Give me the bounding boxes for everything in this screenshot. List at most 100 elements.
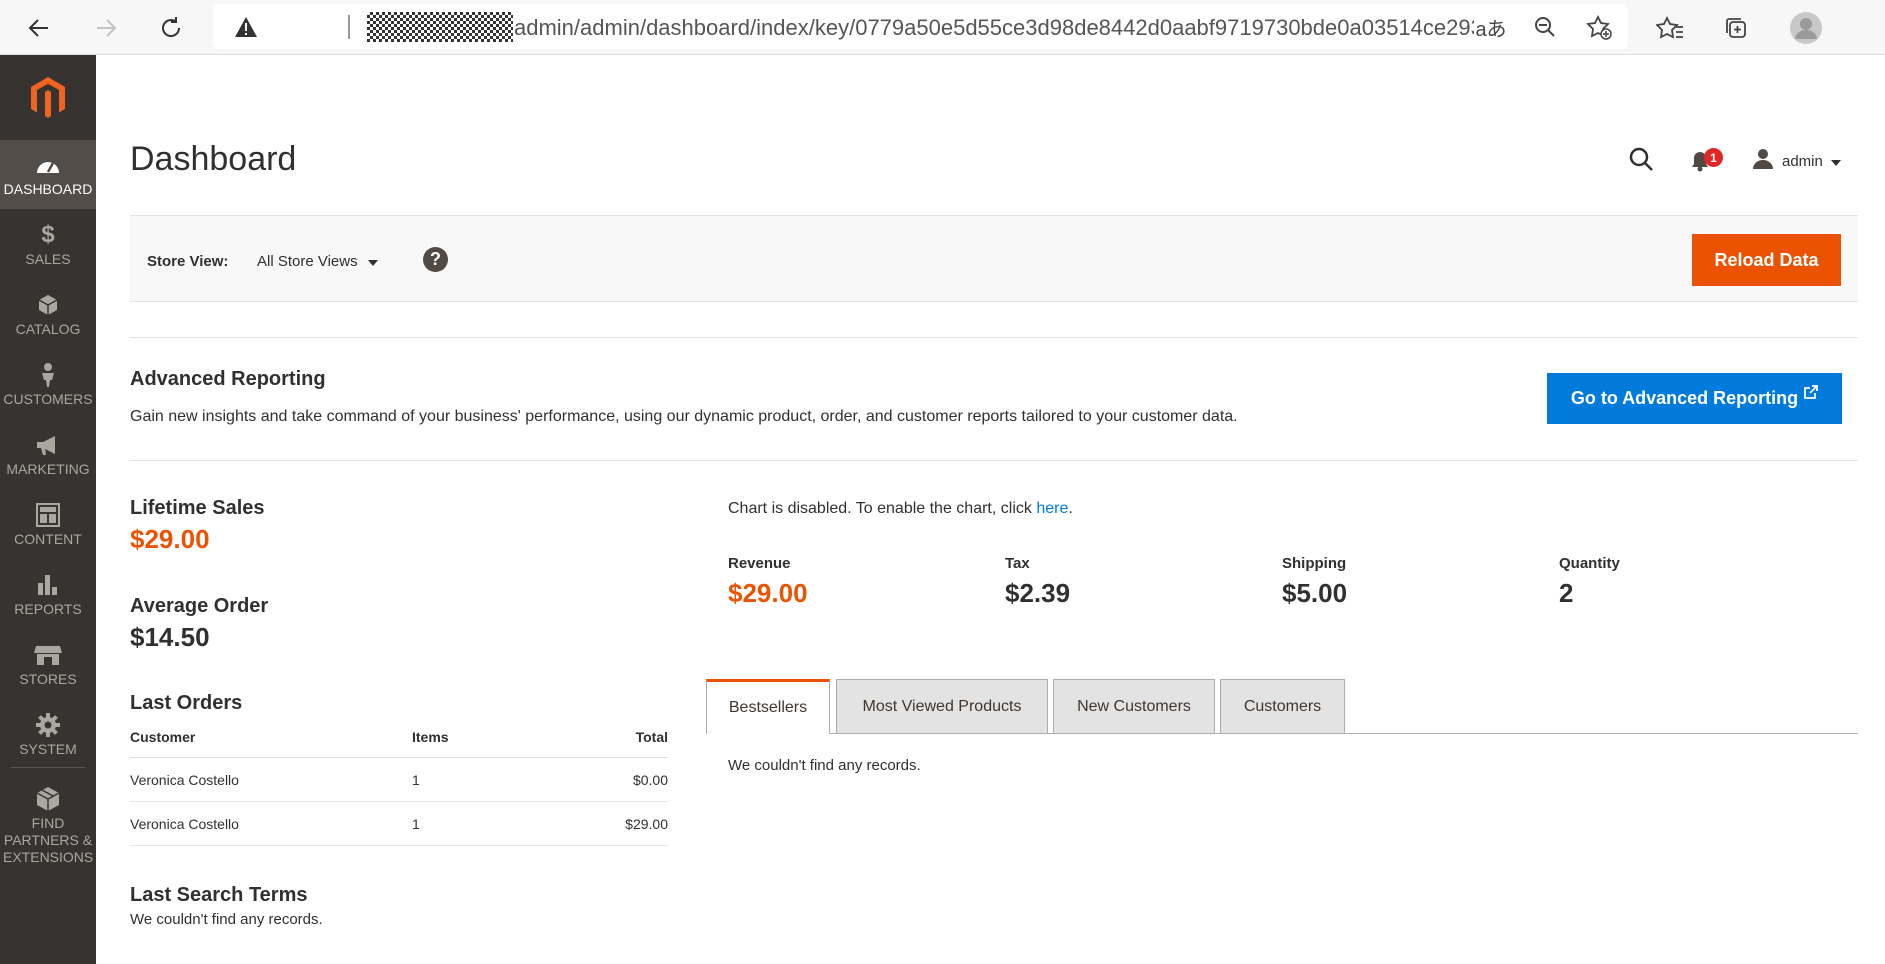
sidebar-divider — [11, 767, 85, 768]
refresh-icon[interactable] — [151, 8, 191, 48]
sidebar-item-catalog[interactable]: CATALOG — [0, 280, 96, 349]
tab-bestsellers[interactable]: Bestsellers — [706, 679, 830, 734]
last-search-empty-message: We couldn't find any records. — [130, 911, 323, 928]
average-order-label: Average Order — [130, 595, 269, 617]
browser-toolbar: admin/admin/dashboard/index/key/0779a50e… — [0, 0, 1885, 55]
back-icon[interactable] — [19, 8, 59, 48]
table-row[interactable]: Veronica Costello 1 $29.00 — [130, 801, 668, 846]
sidebar-item-label: MARKETING — [6, 461, 90, 477]
average-order-value: $14.50 — [130, 622, 210, 652]
chart-disabled-period: . — [1068, 500, 1073, 517]
address-separator — [348, 15, 350, 39]
sidebar-item-sales[interactable]: $ SALES — [0, 210, 96, 279]
search-icon[interactable] — [1628, 146, 1654, 177]
masked-host — [367, 12, 513, 42]
chart-disabled-text: Chart is disabled. To enable the chart, … — [728, 500, 1037, 517]
sidebar-item-content[interactable]: CONTENT — [0, 490, 96, 559]
advanced-reporting-button-label: Go to Advanced Reporting — [1570, 388, 1799, 408]
add-favorite-icon[interactable] — [1581, 12, 1617, 42]
sidebar-item-system[interactable]: SYSTEM — [0, 700, 96, 769]
favorites-icon[interactable] — [1650, 8, 1690, 48]
column-header-customer: Customer — [130, 727, 412, 758]
store-view-select[interactable]: All Store Views — [257, 253, 378, 270]
warning-icon[interactable] — [233, 15, 259, 44]
sidebar-item-customers[interactable]: CUSTOMERS — [0, 350, 96, 419]
sidebar-item-marketing[interactable]: MARKETING — [0, 420, 96, 489]
sidebar-item-label: SALES — [25, 251, 71, 267]
last-search-terms-title: Last Search Terms — [130, 884, 308, 906]
sidebar-item-label: SYSTEM — [19, 741, 77, 757]
go-to-advanced-reporting-button[interactable]: Go to Advanced Reporting — [1547, 373, 1842, 424]
reload-data-button[interactable]: Reload Data — [1692, 234, 1841, 286]
tax-value: $2.39 — [1005, 578, 1071, 608]
order-total: $29.00 — [608, 801, 668, 846]
external-link-icon — [1804, 383, 1819, 404]
chart-disabled-message: Chart is disabled. To enable the chart, … — [728, 500, 1073, 518]
revenue-label: Revenue — [728, 555, 791, 572]
layout-icon — [36, 501, 60, 529]
revenue-value: $29.00 — [728, 578, 808, 608]
address-bar[interactable]: admin/admin/dashboard/index/key/0779a50e… — [213, 4, 1628, 49]
order-items: 1 — [412, 801, 608, 846]
tax-label: Tax — [1005, 555, 1030, 572]
dashboard-tabs: Bestsellers Most Viewed Products New Cus… — [706, 679, 1858, 734]
zoom-out-icon[interactable] — [1527, 12, 1563, 42]
sidebar-item-label: FIND PARTNERS & EXTENSIONS — [3, 814, 94, 865]
table-row[interactable]: Veronica Costello 1 $0.00 — [130, 757, 668, 802]
cube-icon — [36, 291, 60, 319]
sidebar-item-label: CATALOG — [15, 321, 81, 337]
last-orders-title: Last Orders — [130, 692, 243, 714]
shipping-value: $5.00 — [1282, 578, 1348, 608]
store-view-value: All Store Views — [257, 253, 358, 270]
lifetime-sales-label: Lifetime Sales — [130, 497, 265, 519]
store-switcher-bar: Store View: All Store Views ? Reload Dat… — [130, 215, 1858, 302]
divider — [130, 337, 1858, 338]
tab-customers[interactable]: Customers — [1220, 679, 1345, 733]
page-title: Dashboard — [130, 140, 297, 178]
notification-badge[interactable]: 1 — [1704, 148, 1723, 167]
order-items: 1 — [412, 757, 608, 802]
url-text[interactable]: admin/admin/dashboard/index/key/0779a50e… — [514, 15, 1474, 41]
forward-icon[interactable] — [86, 8, 126, 48]
column-header-total: Total — [608, 727, 668, 758]
admin-sidebar: DASHBOARD $ SALES CATALOG CUSTOMERS MARK… — [0, 55, 96, 964]
store-view-label: Store View: — [147, 253, 229, 270]
order-customer: Veronica Costello — [130, 757, 412, 802]
sidebar-item-label: CONTENT — [14, 531, 82, 547]
quantity-value: 2 — [1559, 578, 1574, 608]
tab-most-viewed-products[interactable]: Most Viewed Products — [836, 679, 1048, 733]
profile-icon[interactable] — [1786, 8, 1826, 48]
dollar-icon: $ — [41, 221, 55, 248]
column-header-items: Items — [412, 727, 608, 758]
order-customer: Veronica Costello — [130, 801, 412, 846]
advanced-reporting-description: Gain new insights and take command of yo… — [130, 408, 1238, 425]
tab-new-customers[interactable]: New Customers — [1053, 679, 1215, 733]
megaphone-icon — [35, 431, 61, 459]
dashboard-icon — [35, 151, 61, 179]
table-header-row: Customer Items Total — [130, 727, 668, 758]
gear-icon — [35, 711, 61, 739]
tab-empty-message: We couldn't find any records. — [728, 757, 921, 774]
sidebar-item-stores[interactable]: STORES — [0, 630, 96, 699]
extensions-icon — [35, 785, 61, 813]
collections-icon[interactable] — [1716, 8, 1756, 48]
bar-chart-icon — [36, 571, 60, 599]
magento-logo[interactable] — [0, 55, 96, 140]
admin-user-menu[interactable]: admin — [1752, 148, 1841, 174]
person-icon — [38, 361, 58, 389]
enable-chart-link[interactable]: here — [1036, 500, 1068, 517]
sidebar-item-dashboard[interactable]: DASHBOARD — [0, 140, 96, 209]
sidebar-item-reports[interactable]: REPORTS — [0, 560, 96, 629]
sidebar-item-label: STORES — [19, 671, 77, 687]
read-aloud-icon[interactable]: aあ — [1473, 12, 1509, 42]
user-icon — [1752, 148, 1774, 174]
sidebar-item-find-partners[interactable]: FIND PARTNERS & EXTENSIONS — [0, 775, 96, 875]
store-icon — [34, 641, 62, 669]
help-icon[interactable]: ? — [423, 247, 448, 272]
quantity-label: Quantity — [1559, 555, 1620, 572]
last-orders-table: Customer Items Total Veronica Costello 1… — [130, 727, 668, 846]
divider — [130, 460, 1858, 461]
advanced-reporting-title: Advanced Reporting — [130, 368, 326, 390]
order-total: $0.00 — [608, 757, 668, 802]
lifetime-sales-value: $29.00 — [130, 524, 210, 554]
